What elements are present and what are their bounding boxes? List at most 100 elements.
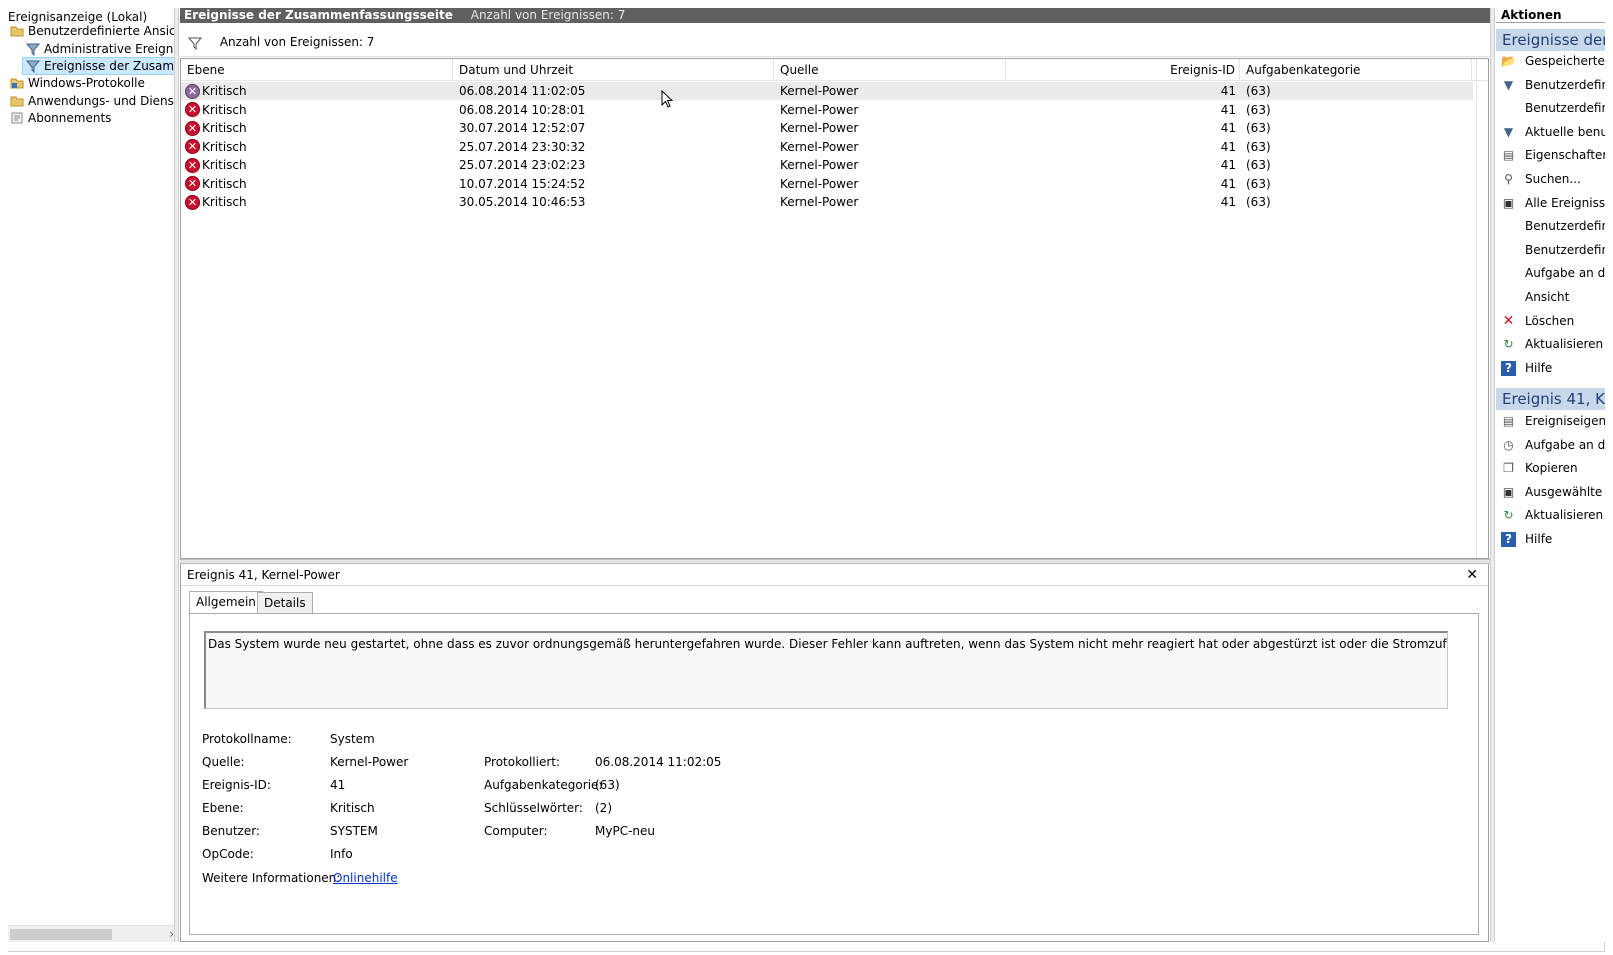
filter-bar: Anzahl von Ereignissen: 7 bbox=[180, 28, 1490, 57]
refresh-icon: ↻ bbox=[1503, 337, 1514, 352]
logged-label: Protokolliert: bbox=[484, 755, 561, 769]
table-row[interactable]: ✕ Kritisch 30.05.2014 10:46:53 Kernel-Power… bbox=[181, 193, 1473, 211]
action-item[interactable]: ▣Alle Ereignisse speichern... bbox=[1496, 193, 1605, 213]
critical-error-icon: ✕ bbox=[185, 157, 200, 173]
tree-horizontal-scrollbar[interactable]: › bbox=[8, 925, 178, 942]
computer-value: MyPC-neu bbox=[595, 824, 655, 838]
cell-event-id: 41 bbox=[1220, 84, 1236, 98]
filter-icon: ▼ bbox=[1503, 77, 1514, 92]
user-label: Benutzer: bbox=[202, 824, 260, 838]
cell-datetime: 30.07.2014 12:52:07 bbox=[459, 121, 586, 135]
folder-icon bbox=[10, 78, 24, 89]
column-header-level[interactable]: Ebene bbox=[181, 59, 453, 81]
refresh-icon: ↻ bbox=[1503, 508, 1514, 523]
cell-level: ✕ Kritisch bbox=[185, 193, 247, 211]
cell-event-id: 41 bbox=[1220, 195, 1236, 209]
online-help-link[interactable]: Onlinehilfe bbox=[333, 871, 398, 885]
cell-level: ✕ Kritisch bbox=[185, 175, 247, 193]
tab-general[interactable]: Allgemein bbox=[189, 591, 263, 614]
cell-event-id: 41 bbox=[1220, 102, 1236, 117]
action-item[interactable]: ▼Aktuelle benutzerdefinierte Ansicht fil… bbox=[1496, 122, 1605, 142]
action-item[interactable]: Benutzerdefinierte Ansicht kopieren... bbox=[1496, 240, 1605, 260]
actions-section-event[interactable]: Ereignis 41, Kernel-Power bbox=[1496, 388, 1605, 410]
action-item[interactable]: 📂Gespeicherte Protokolldatei öffnen... bbox=[1496, 51, 1605, 71]
tree-item-windows-logs[interactable]: Windows-Protokolle bbox=[10, 74, 145, 92]
tree-item-administrative-events[interactable]: Administrative Ereignisse bbox=[26, 40, 178, 58]
grid-vertical-scrollbar[interactable] bbox=[1476, 59, 1488, 558]
table-row[interactable]: ✕ Kritisch 10.07.2014 15:24:52 Kernel-Power… bbox=[181, 175, 1473, 193]
binoculars-icon: ⚲ bbox=[1504, 172, 1513, 186]
level-value: Kritisch bbox=[330, 801, 375, 815]
right-splitter[interactable] bbox=[1490, 8, 1495, 942]
tab-details[interactable]: Details bbox=[257, 592, 313, 614]
action-item[interactable]: ▤Ereigniseigenschaften bbox=[1496, 411, 1605, 431]
action-item[interactable]: ▼Benutzerdefinierte Ansicht erstellen... bbox=[1496, 75, 1605, 95]
event-viewer-window: Ereignisanzeige (Lokal) Benutzerdefinier… bbox=[8, 8, 1605, 952]
action-item[interactable]: Benutzerdefinierte Ansicht exportieren..… bbox=[1496, 216, 1605, 236]
actions-section-view[interactable]: Ereignisse der Zusammenfassungsseite bbox=[1496, 29, 1605, 51]
cell-task-category: (63) bbox=[1246, 158, 1271, 172]
action-item[interactable]: Ansicht bbox=[1496, 287, 1605, 307]
action-item[interactable]: ↻ Aktualisieren bbox=[1496, 334, 1605, 354]
folder-icon bbox=[10, 96, 24, 107]
keywords-label: Schlüsselwörter: bbox=[484, 801, 583, 815]
table-row[interactable]: ✕ Kritisch 30.07.2014 12:52:07 Kernel-Power… bbox=[181, 119, 1473, 137]
actions-title: Aktionen bbox=[1496, 8, 1605, 23]
scrollbar-thumb[interactable] bbox=[10, 929, 112, 940]
column-header-source[interactable]: Quelle bbox=[774, 59, 1006, 81]
table-row[interactable]: ✕ Kritisch 06.08.2014 11:02:05 Kernel-Power… bbox=[181, 82, 1473, 100]
tree-item-app-service-logs[interactable]: Anwendungs- und Dienstprotokolle bbox=[10, 92, 178, 110]
open-folder-icon: 📂 bbox=[1501, 54, 1516, 68]
action-item[interactable]: ❐ Kopieren bbox=[1496, 458, 1605, 478]
action-item[interactable]: ? Hilfe bbox=[1496, 358, 1605, 378]
source-value: Kernel-Power bbox=[330, 755, 409, 769]
tree-item-summary-page-events[interactable]: Ereignisse der Zusammenfassungsseite bbox=[22, 57, 178, 75]
opcode-value: Info bbox=[330, 847, 353, 861]
center-title: Ereignisse der Zusammenfassungsseite bbox=[184, 8, 453, 22]
filter-icon bbox=[188, 37, 202, 50]
action-item[interactable]: ◷Aufgabe an dieses Ereignis anfügen... bbox=[1496, 435, 1605, 455]
table-row[interactable]: ✕ Kritisch 06.08.2014 10:28:01 Kernel-Power… bbox=[181, 101, 1473, 119]
close-icon[interactable]: ✕ bbox=[1466, 564, 1478, 586]
action-item[interactable]: ▣Ausgewählte Ereignisse speichern... bbox=[1496, 482, 1605, 502]
event-id-label: Ereignis-ID: bbox=[202, 778, 271, 792]
task-category-value: (63) bbox=[595, 778, 620, 792]
properties-icon: ▤ bbox=[1502, 148, 1515, 163]
action-item[interactable]: ? Hilfe bbox=[1496, 529, 1605, 549]
cell-task-category: (63) bbox=[1246, 84, 1271, 98]
critical-error-icon: ✕ bbox=[185, 176, 200, 191]
mouse-cursor-icon bbox=[661, 90, 674, 108]
cell-source: Kernel-Power bbox=[780, 84, 859, 98]
filter-icon bbox=[26, 43, 40, 56]
action-item[interactable]: ✕ Löschen bbox=[1496, 311, 1605, 331]
log-name-label: Protokollname: bbox=[202, 732, 292, 746]
cell-source: Kernel-Power bbox=[780, 102, 859, 117]
table-row[interactable]: ✕ Kritisch 25.07.2014 23:02:23 Kernel-Power… bbox=[181, 156, 1473, 174]
cell-task-category: (63) bbox=[1246, 195, 1271, 209]
action-item[interactable]: ↻ Aktualisieren bbox=[1496, 505, 1605, 525]
action-item[interactable]: Aufgabe an diese benutzerdefinierte Ansi… bbox=[1496, 263, 1605, 283]
opcode-label: OpCode: bbox=[202, 847, 254, 861]
level-label: Ebene: bbox=[202, 801, 244, 815]
event-description[interactable]: Das System wurde neu gestartet, ohne das… bbox=[204, 631, 1448, 709]
action-item[interactable]: ⚲ Suchen... bbox=[1496, 169, 1605, 189]
table-row[interactable]: ✕ Kritisch 25.07.2014 23:30:32 Kernel-Power… bbox=[181, 138, 1473, 156]
event-id-value: 41 bbox=[330, 778, 346, 792]
task-category-label: Aufgabenkategorie: bbox=[484, 778, 603, 792]
grid-header: Ebene Datum und Uhrzeit Quelle Ereignis-… bbox=[181, 59, 1488, 81]
action-item[interactable]: Benutzerdefinierte Ansicht importieren..… bbox=[1496, 98, 1605, 118]
tree-item-custom-views[interactable]: Benutzerdefinierte Ansichten bbox=[10, 22, 178, 40]
cell-source: Kernel-Power bbox=[780, 195, 859, 209]
column-header-event-id[interactable]: Ereignis-ID bbox=[1006, 59, 1240, 81]
action-item[interactable]: ▤ Eigenschaften bbox=[1496, 145, 1605, 165]
column-header-datetime[interactable]: Datum und Uhrzeit bbox=[453, 59, 774, 81]
event-detail-pane: Ereignis 41, Kernel-Power ✕ Allgemein De… bbox=[180, 564, 1489, 942]
tree-item-subscriptions[interactable]: Abonnements bbox=[10, 109, 111, 127]
cell-event-id: 41 bbox=[1220, 121, 1236, 135]
left-splitter[interactable] bbox=[174, 8, 179, 942]
center-header: Ereignisse der Zusammenfassungsseite Anz… bbox=[180, 8, 1490, 23]
computer-label: Computer: bbox=[484, 824, 548, 838]
column-header-task-category[interactable]: Aufgabenkategorie bbox=[1240, 59, 1472, 81]
folder-icon bbox=[10, 26, 24, 37]
task-icon: ◷ bbox=[1503, 437, 1514, 452]
